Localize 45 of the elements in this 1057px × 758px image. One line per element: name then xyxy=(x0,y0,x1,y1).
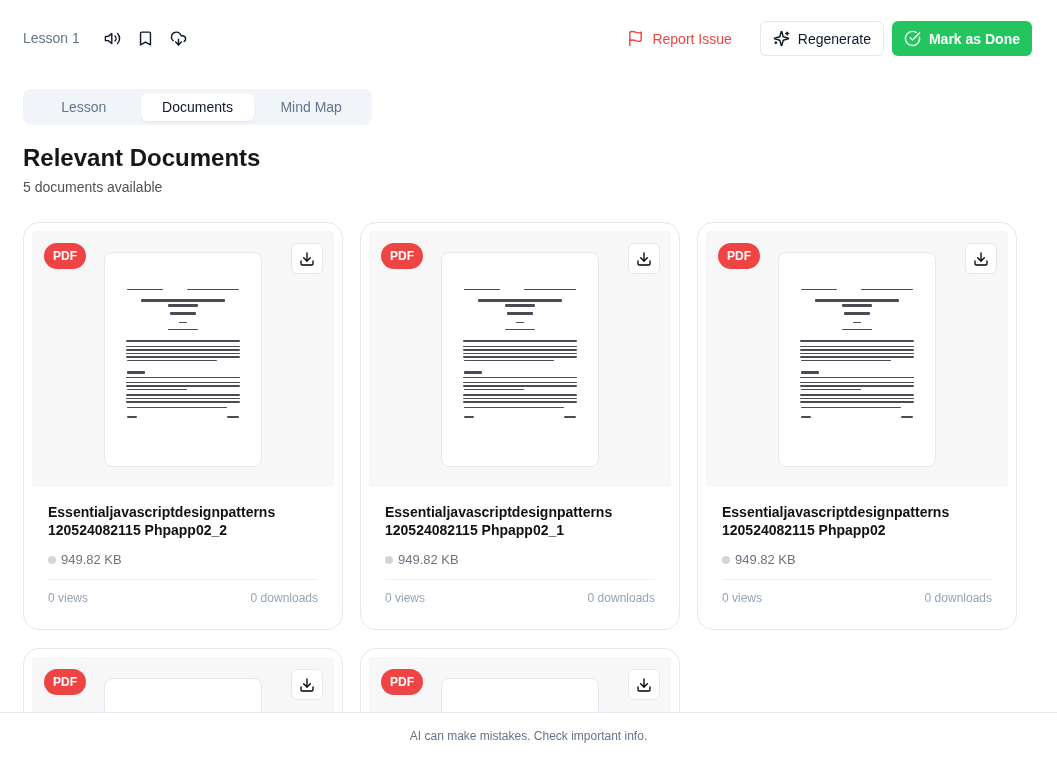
view-count: 0 views xyxy=(722,590,762,607)
lesson-label: Lesson 1 xyxy=(23,29,80,48)
download-icon xyxy=(636,676,652,693)
check-circle-icon xyxy=(903,30,921,47)
download-count: 0 downloads xyxy=(587,590,655,607)
file-size: 949.82 KB xyxy=(398,551,459,569)
tab[interactable]: Mind Map xyxy=(254,93,368,121)
download-icon xyxy=(299,676,315,693)
download-icon xyxy=(973,250,989,267)
file-type-badge: PDF xyxy=(381,669,423,695)
tab[interactable]: Documents xyxy=(140,93,255,121)
download-button[interactable] xyxy=(628,243,660,274)
regenerate-button[interactable]: Regenerate xyxy=(759,21,884,56)
file-type-badge: PDF xyxy=(44,669,86,695)
file-type-badge: PDF xyxy=(381,243,423,269)
cloud-download-icon[interactable] xyxy=(169,30,187,47)
document-title: Essentialjavascriptdesignpatterns 120524082115 Phpapp02_2 xyxy=(48,503,277,539)
file-type-badge: PDF xyxy=(44,243,86,269)
file-size: 949.82 KB xyxy=(61,551,122,569)
report-issue-button[interactable]: Report Issue xyxy=(615,21,744,56)
download-button[interactable] xyxy=(628,669,660,700)
flag-icon xyxy=(627,30,645,47)
sparkles-icon xyxy=(772,30,790,47)
download-count: 0 downloads xyxy=(924,590,992,607)
mark-as-done-button[interactable]: Mark as Done xyxy=(891,21,1032,56)
view-count: 0 views xyxy=(385,590,425,607)
disclaimer-text: AI can make mistakes. Check important info. xyxy=(409,727,648,745)
document-title: Essentialjavascriptdesignpatterns 120524082115 Phpapp02 xyxy=(722,503,951,539)
view-count: 0 views xyxy=(48,590,88,607)
file-size: 949.82 KB xyxy=(735,551,796,569)
dot-icon xyxy=(385,556,393,564)
tab[interactable]: Lesson xyxy=(27,93,141,121)
download-count: 0 downloads xyxy=(250,590,318,607)
document-title: Essentialjavascriptdesignpatterns 120524082115 Phpapp02_1 xyxy=(385,503,614,539)
document-count: 5 documents available xyxy=(23,178,164,197)
section-title: Relevant Documents xyxy=(23,143,262,172)
download-button[interactable] xyxy=(965,243,997,274)
download-button[interactable] xyxy=(291,669,323,700)
download-icon xyxy=(299,250,315,267)
dot-icon xyxy=(722,556,730,564)
download-button[interactable] xyxy=(291,243,323,274)
dot-icon xyxy=(48,556,56,564)
speaker-icon[interactable] xyxy=(103,30,121,47)
file-type-badge: PDF xyxy=(718,243,760,269)
download-icon xyxy=(636,250,652,267)
